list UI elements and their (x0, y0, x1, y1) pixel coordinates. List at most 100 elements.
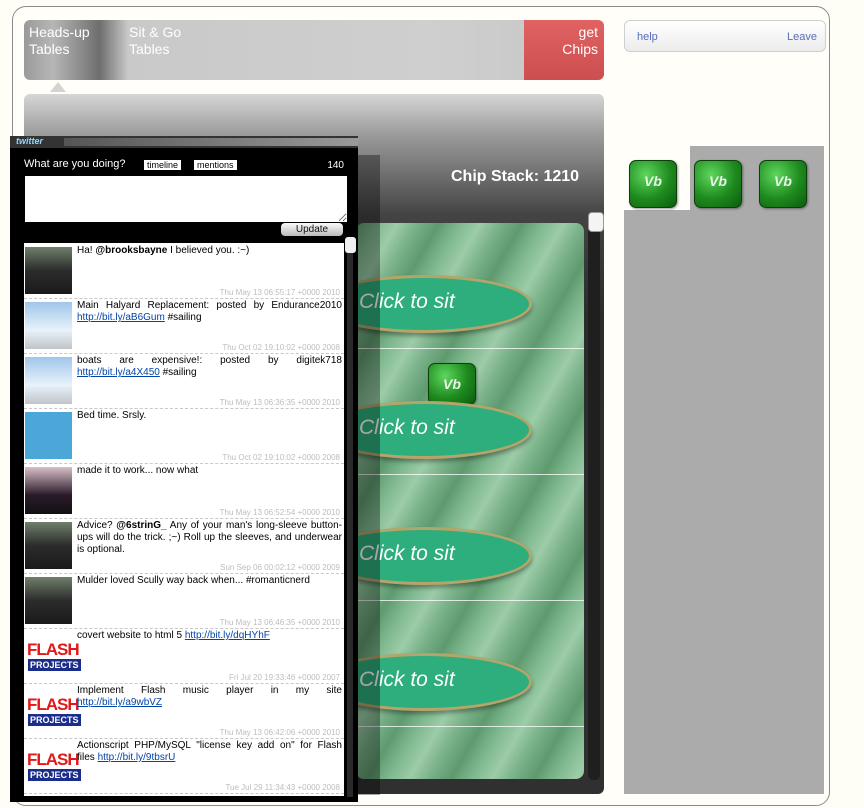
vb-chip-icon[interactable]: Vb (759, 160, 807, 208)
avatar[interactable] (25, 577, 72, 624)
char-count: 140 (327, 160, 344, 171)
tweet-timestamp: Tue Jul 29 11:34:43 +0000 2008 (225, 783, 340, 792)
table-scrollbar[interactable] (588, 215, 600, 780)
tweet-item: boats are expensive!: posted by digitek7… (24, 353, 344, 409)
tweet-item: Main Halyard Replacement: posted by Endu… (24, 298, 344, 354)
status-input[interactable] (25, 176, 347, 222)
avatar[interactable] (25, 522, 72, 569)
seat-row: Click to sit (356, 223, 584, 349)
tweet-link[interactable]: http://bit.ly/9tbsrU (98, 752, 176, 763)
tweet-link[interactable]: http://bit.ly/dqHYhF (185, 630, 270, 641)
tweet-link[interactable]: http://bit.ly/a9wbVZ (77, 697, 162, 708)
avatar[interactable] (25, 302, 72, 349)
twitter-header: twitter (10, 136, 358, 148)
tweet-text: Main Halyard Replacement: posted by Endu… (77, 300, 342, 324)
tweet-hashtag: #sailing (164, 312, 202, 323)
projects-logo-text: PROJECTS (28, 714, 81, 726)
vb-chip-icon[interactable]: Vb (694, 160, 742, 208)
flash-logo-text: FLASH (27, 750, 80, 769)
tweet-item: Ha! @brooksbayne I believed you. :~) Thu … (24, 243, 344, 299)
tweet-timestamp: Thu May 13 06:36:35 +0000 2010 (219, 398, 340, 407)
tweet-text-part: Advice? (77, 520, 117, 531)
tweet-text: made it to work... now what (77, 465, 342, 477)
tweet-timestamp: Thu May 13 06:55:17 +0000 2010 (219, 288, 340, 297)
tweet-timestamp: Sun Sep 06 00:02:12 +0000 2009 (220, 563, 340, 572)
tweet-text: covert website to html 5 http://bit.ly/d… (77, 630, 342, 642)
get-chips-label: get Chips (562, 24, 598, 57)
help-link[interactable]: help (637, 31, 658, 43)
flash-projects-avatar[interactable]: FLASH PROJECTS (25, 687, 81, 734)
flash-logo-text: FLASH (27, 695, 80, 714)
vb-chip-icon: Vb (428, 363, 476, 405)
chip-stack-label: Chip Stack: 1210 (451, 168, 580, 185)
update-button[interactable]: Update (281, 223, 343, 236)
flash-projects-avatar[interactable]: FLASH PROJECTS (25, 742, 81, 789)
tweet-text-part: Bed time. Srsly. (77, 410, 147, 421)
tweet-timestamp: Fri Jul 20 19:33:46 +0000 2007 (229, 673, 340, 682)
seat-row: Vb Click to sit (356, 349, 584, 475)
flash-logo-text: FLASH (27, 640, 80, 659)
table-scroll-thumb[interactable] (588, 212, 604, 232)
tweet-scroll-thumb[interactable] (345, 237, 356, 253)
top-nav: Heads-up Tables Sit & Go Tables get Chip… (24, 20, 604, 80)
tweet-text: boats are expensive!: posted by digitek7… (77, 355, 342, 379)
tweet-item: Advice? @6strinG_ Any of your man's long… (24, 518, 344, 574)
tweet-timestamp: Thu Oct 02 19:10:02 +0000 2008 (222, 453, 340, 462)
twitter-header-bar (64, 138, 358, 146)
click-to-sit-button[interactable]: Click to sit (356, 653, 532, 711)
tweet-text-part: I believed you. :~) (167, 245, 250, 256)
tweet-text-part: made it to work... now what (77, 465, 199, 476)
tweet-text-part: Implement Flash music player in my site (77, 685, 342, 696)
vb-chip-icon[interactable]: Vb (629, 160, 677, 208)
click-to-sit-button[interactable]: Click to sit (356, 401, 532, 459)
avatar[interactable] (25, 412, 72, 459)
tweet-text-part: boats are expensive!: posted by digitek7… (77, 355, 342, 366)
tweet-timestamp: Thu May 13 06:52:54 +0000 2010 (219, 508, 340, 517)
twitter-widget: twitter What are you doing? timeline men… (10, 136, 358, 802)
status-prompt: What are you doing? (24, 158, 126, 170)
mention-link[interactable]: @brooksbayne (95, 245, 167, 256)
tweet-text: Ha! @brooksbayne I believed you. :~) (77, 245, 342, 257)
mention-link[interactable]: @6strinG_ (116, 520, 166, 531)
projects-logo-text: PROJECTS (28, 769, 81, 781)
tab-mentions[interactable]: mentions (194, 160, 237, 170)
seat-row: Click to sit (356, 475, 584, 601)
tweet-item: FLASH PROJECTS Actionscript PHP/MySQL "lic… (24, 738, 344, 794)
tweet-text: Implement Flash music player in my site … (77, 685, 342, 709)
tweet-item: FLASH PROJECTS Implement Flash music playe… (24, 683, 344, 739)
tweet-text-part: covert website to html 5 (77, 630, 185, 641)
tweet-text-part: Ha! (77, 245, 96, 256)
avatar[interactable] (25, 357, 72, 404)
tweet-text: Bed time. Srsly. (77, 410, 342, 422)
avatar[interactable] (25, 247, 72, 294)
tweet-link[interactable]: http://bit.ly/a4X450 (77, 367, 160, 378)
leave-link[interactable]: Leave (787, 31, 817, 43)
tweet-scrollbar[interactable] (347, 244, 353, 797)
tweet-item: Bed time. Srsly. Thu Oct 02 19:10:02 +000… (24, 408, 344, 464)
tweet-list: Ha! @brooksbayne I believed you. :~) Thu … (24, 243, 344, 796)
tweet-link[interactable]: http://bit.ly/aB6Gum (77, 312, 165, 323)
click-to-sit-button[interactable]: Click to sit (356, 527, 532, 585)
flash-projects-avatar[interactable]: FLASH PROJECTS (25, 632, 81, 679)
tweet-item: made it to work... now what Thu May 13 06… (24, 463, 344, 519)
twitter-logo: twitter (16, 136, 43, 146)
nav-headsup-tables[interactable]: Heads-up Tables (29, 24, 99, 58)
click-to-sit-button[interactable]: Click to sit (356, 275, 532, 333)
tweet-timestamp: Thu May 13 06:42:06 +0000 2010 (219, 728, 340, 737)
tweet-text: Actionscript PHP/MySQL "license key add … (77, 740, 342, 764)
nav-sitgo-tables[interactable]: Sit & Go Tables (129, 24, 199, 58)
seat-row: Click to sit (356, 601, 584, 727)
tweet-text-part: Mulder loved Scully way back when... #ro… (77, 575, 310, 586)
projects-logo-text: PROJECTS (28, 659, 81, 671)
tweet-hashtag: #sailing (159, 367, 197, 378)
tweet-text: Advice? @6strinG_ Any of your man's long… (77, 520, 342, 556)
get-chips-button[interactable]: get Chips (524, 20, 604, 80)
tweet-text: Mulder loved Scully way back when... #ro… (77, 575, 342, 587)
avatar[interactable] (25, 467, 72, 514)
tweet-text-part: Main Halyard Replacement: posted by Endu… (77, 300, 342, 311)
nav-pointer (50, 82, 66, 92)
tweet-timestamp: Thu Oct 02 19:10:02 +0000 2008 (222, 343, 340, 352)
table-felt: Click to sit Vb Click to sit Click to si… (356, 223, 584, 779)
right-column (624, 146, 824, 794)
tab-timeline[interactable]: timeline (144, 160, 182, 170)
